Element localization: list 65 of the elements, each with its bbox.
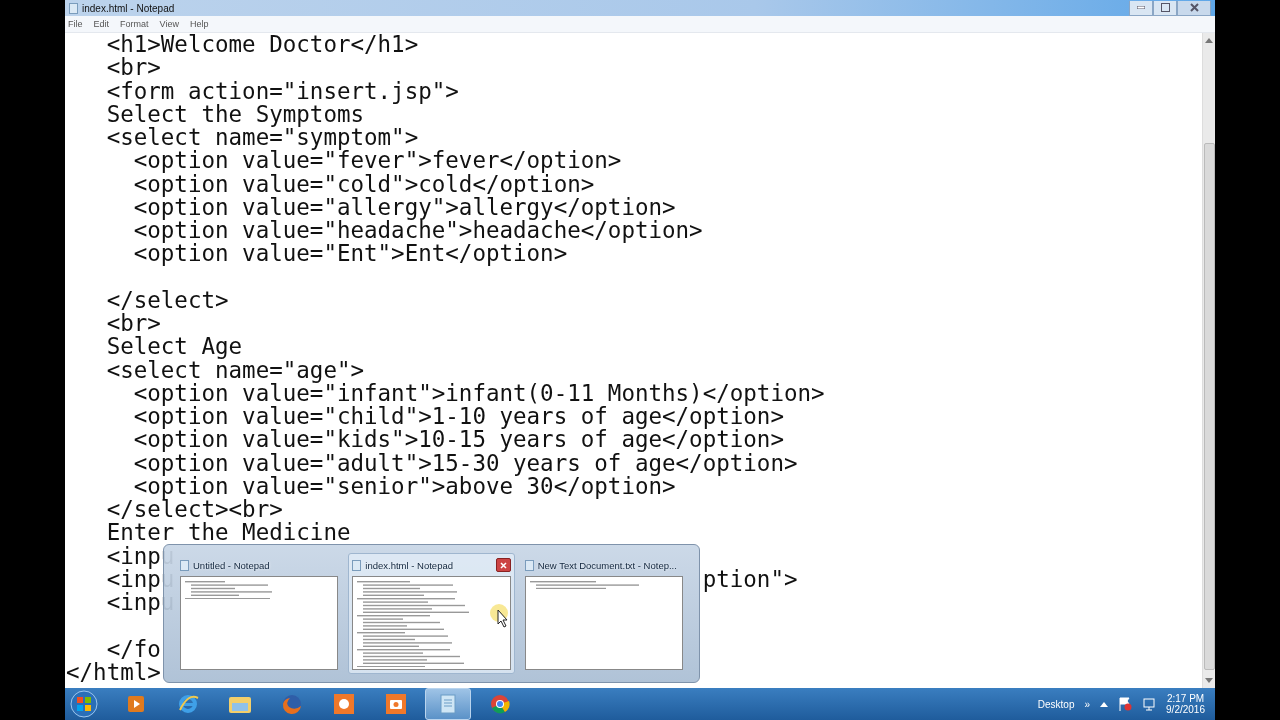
code-line: Enter the Medicine [105,521,351,545]
close-icon [1189,3,1199,12]
code-line: <form action="insert.jsp"> [105,79,459,103]
code-line: <option value="infant">infant(0-11 Months)</option> [132,381,825,405]
code-line: <br> [105,56,161,80]
window-preview[interactable]: New Text Document.txt - Notep... [520,553,687,674]
scroll-up-icon[interactable] [1205,37,1213,43]
preview-title: Untitled - Notepad [193,559,270,571]
window-preview[interactable]: Untitled - Notepad [176,553,343,674]
code-line: <h1>Welcome Doctor</h1> [105,33,419,57]
menu-item[interactable]: View [159,19,179,29]
window-title: index.html - Notepad [82,2,175,14]
code-line: <select name="age"> [105,358,364,382]
code-line: ption"> [702,567,798,591]
clock-date[interactable]: 9/2/2016 [1166,704,1205,715]
code-line: <select name="symptom"> [105,126,419,150]
maximize-button[interactable] [1153,0,1177,16]
fox-globe-icon [281,693,303,715]
menu-item[interactable]: Help [189,19,209,29]
code-line: <inpu [105,591,175,615]
code-line: <inpu [105,544,175,568]
record-icon [333,693,355,715]
play-icon [126,694,146,714]
code-line: <option value="adult">15-30 years of age</option> [132,451,798,475]
code-line: <option value="allergy">allergy</option> [132,195,676,219]
show-hidden-icon[interactable] [1100,701,1109,707]
notepad-icon [437,693,459,715]
document-icon [69,2,78,14]
document-icon [524,559,534,571]
minimize-icon [1137,6,1145,9]
chrome-icon [489,693,511,715]
close-icon [499,561,507,569]
scroll-thumb[interactable] [1203,143,1215,670]
toolbar-label[interactable]: Desktop [1037,698,1075,710]
code-line: </fo [105,637,161,661]
clock-time[interactable]: 2:17 PM [1166,693,1205,704]
restore-icon [1160,3,1170,12]
menu-item[interactable]: Edit [93,19,110,29]
chevron[interactable]: » [1084,698,1091,710]
scrollbar[interactable] [1202,33,1215,688]
window-preview[interactable]: index.html - Notepad [348,553,515,674]
code-line: </select> [105,288,229,312]
start-orb-icon[interactable] [69,689,99,719]
folder-icon [228,694,252,714]
scroll-down-icon[interactable] [1205,678,1213,684]
code-line: Select the Symptoms [105,102,364,126]
document-icon [180,559,189,571]
close-button[interactable] [495,558,511,572]
code-line: <option value="child">1-10 years of age</option> [132,405,784,429]
code-line: Select Age [105,335,243,359]
code-line: </select><br> [105,498,283,522]
code-line: <br> [105,312,161,336]
flag-icon[interactable] [1118,697,1133,711]
menu-item[interactable]: Format [120,19,149,29]
document-icon [352,559,362,571]
preview-title: index.html - Notepad [365,559,453,571]
browser-e-icon [177,693,199,715]
camera-icon [385,693,407,715]
code-line: </html> [66,660,161,684]
menu-item[interactable]: File [68,19,83,29]
preview-title: New Text Document.txt - Notep... [537,559,677,571]
network-icon[interactable] [1142,697,1157,711]
close-button[interactable] [1177,0,1211,16]
code-line: <inpu [105,567,175,591]
code-line: <option value="headache">headache</option> [132,219,703,243]
